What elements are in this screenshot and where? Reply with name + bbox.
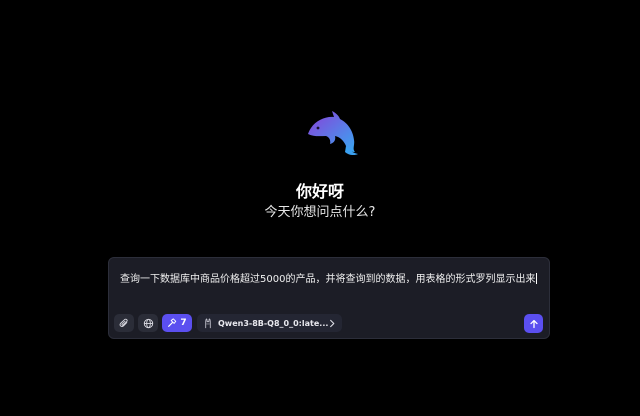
- globe-icon: [143, 318, 153, 328]
- model-name: Qwen3-8B-Q8_0_0:late...: [218, 318, 328, 328]
- greeting-subtitle: 今天你想问点什么?: [264, 205, 376, 220]
- hammer-icon: [168, 318, 177, 327]
- dolphin-icon: [308, 111, 358, 156]
- model-selector[interactable]: Qwen3-8B-Q8_0_0:late...: [197, 314, 342, 332]
- chat-home: 你好呀 今天你想问点什么? 查询一下数据库中商品价格超过5000的产品，并将查询…: [0, 0, 640, 416]
- llama-icon: [205, 318, 211, 328]
- message-composer: 查询一下数据库中商品价格超过5000的产品，并将查询到的数据，用表格的形式罗列显…: [108, 257, 550, 339]
- paperclip-icon: [119, 318, 128, 327]
- arrow-up-icon: [529, 319, 538, 328]
- text-caret: [536, 273, 538, 284]
- send-button[interactable]: [524, 314, 543, 333]
- attach-button[interactable]: [114, 314, 134, 332]
- chevron-right-icon: [330, 319, 335, 327]
- greeting-title: 你好呀: [295, 182, 344, 201]
- message-input-text: 查询一下数据库中商品价格超过5000的产品，并将查询到的数据，用表格的形式罗列显…: [120, 274, 536, 285]
- web-search-button[interactable]: [138, 314, 158, 332]
- tools-button[interactable]: 7: [162, 314, 192, 332]
- tools-count-badge: 7: [180, 318, 187, 328]
- message-input[interactable]: 查询一下数据库中商品价格超过5000的产品，并将查询到的数据，用表格的形式罗列显…: [120, 270, 539, 285]
